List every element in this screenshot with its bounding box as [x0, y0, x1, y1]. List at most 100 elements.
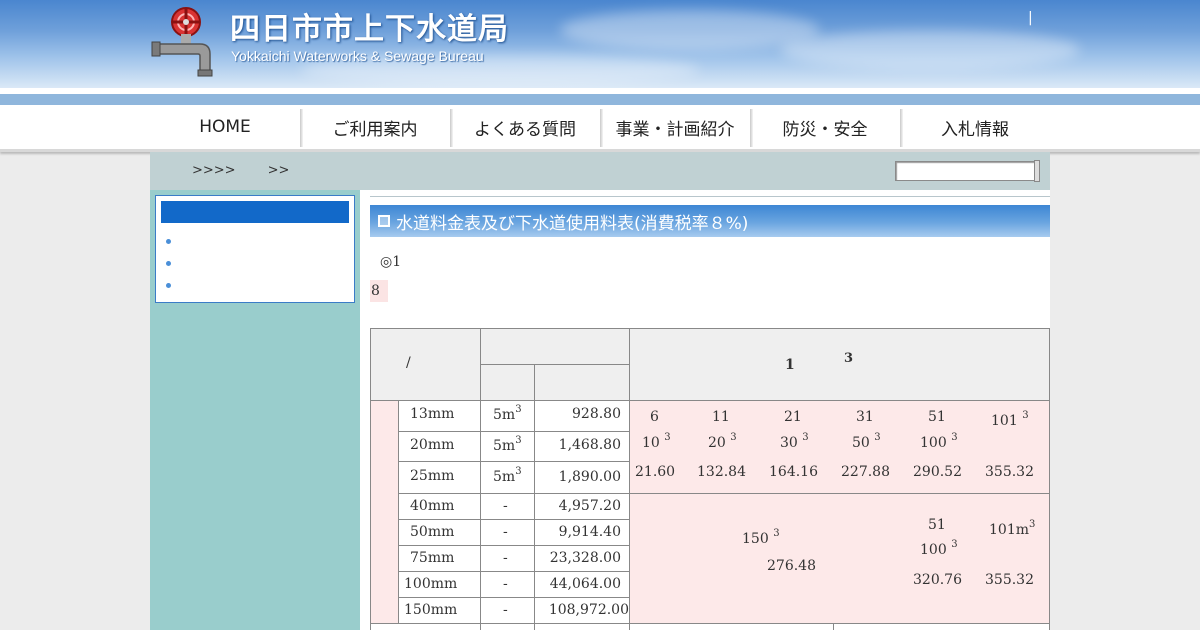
tier-price: 276.48 — [767, 558, 816, 574]
base-volume: 5m3 — [493, 435, 522, 454]
tier-to: 50 3 — [852, 432, 881, 451]
meter-size: 20mm — [410, 437, 455, 453]
tier-from: 6 — [650, 409, 659, 425]
table-header-cell — [534, 364, 630, 401]
note-highlight: 8 — [370, 280, 388, 302]
table-cell: 5m3 — [480, 400, 535, 432]
tier-from: 51 — [928, 517, 946, 533]
table-cell: 40mm — [398, 493, 481, 520]
header-slash: / — [406, 355, 411, 371]
tier-rate-block: 150 3 276.48 51 100 3 320.76 101m3 355.3… — [629, 493, 1050, 624]
tier-price: 21.60 — [635, 464, 676, 480]
base-price: 1,890.00 — [558, 469, 621, 485]
header-stripe-blue — [0, 94, 1200, 105]
site-subtitle: Yokkaichi Waterworks & Sewage Bureau — [231, 48, 484, 64]
header-separator: | — [1028, 10, 1033, 26]
table-group-cell — [370, 400, 399, 630]
nav-disaster[interactable]: 防災・安全 — [750, 105, 900, 149]
section-title-text: 水道料金表及び下水道使用料表(消費税率８%) — [396, 213, 749, 234]
base-price: 928.80 — [572, 406, 621, 422]
rate-table: / 1 3 13mm 5m3 928.80 20mm 5m3 1,468.80 … — [370, 328, 1050, 630]
breadcrumb: >>>> >> — [160, 161, 289, 178]
table-cell: 4,957.20 — [534, 493, 630, 520]
tier-from: 31 — [856, 409, 874, 425]
tier-to: 30 3 — [780, 432, 809, 451]
breadcrumb-link-home[interactable] — [160, 161, 192, 174]
sidebar-link-3[interactable] — [181, 279, 211, 291]
sidebar-link-2[interactable] — [181, 257, 211, 269]
sidebar — [150, 190, 360, 630]
tier-to: 100 3 — [920, 432, 958, 451]
nav-business[interactable]: 事業・計画紹介 — [600, 105, 750, 149]
meter-size: 40mm — [410, 498, 455, 514]
sidebar-item — [166, 230, 211, 252]
tier-to: 10 3 — [642, 432, 671, 451]
section-title: 水道料金表及び下水道使用料表(消費税率８%) — [370, 205, 1050, 237]
meter-size: 25mm — [410, 468, 455, 484]
global-nav: HOME ご利用案内 よくある質問 事業・計画紹介 防災・安全 入札情報 — [0, 105, 1200, 152]
tier-price: 355.32 — [985, 572, 1034, 588]
tier-to: 20 3 — [708, 432, 737, 451]
base-volume: 5m3 — [493, 466, 522, 485]
tier-from: 150 3 — [742, 528, 780, 547]
tier-from: 11 — [712, 409, 730, 425]
base-volume: - — [503, 550, 508, 566]
tier-price: 227.88 — [841, 464, 890, 480]
table-cell — [534, 623, 630, 630]
tier-rate-block: 6 11 21 31 51 101 3 10 3 20 3 30 3 50 3 … — [629, 400, 1050, 494]
sidebar-link-1[interactable] — [181, 235, 211, 247]
base-price: 108,972.00 — [548, 602, 629, 618]
base-volume: 5m3 — [493, 404, 522, 423]
table-cell: 23,328.00 — [534, 545, 630, 572]
table-cell — [833, 623, 1050, 630]
table-cell: - — [480, 571, 535, 598]
square-bullet-icon — [378, 215, 390, 227]
table-cell: - — [480, 519, 535, 546]
table-cell — [370, 623, 481, 630]
sidebar-menu-list — [166, 230, 211, 296]
faucet-logo-icon[interactable] — [150, 6, 216, 78]
table-cell: 13mm — [398, 400, 481, 432]
meter-size: 50mm — [410, 524, 455, 540]
table-cell: 928.80 — [534, 400, 630, 432]
table-header-cell: 1 3 — [629, 328, 1050, 401]
breadcrumb-bar: >>>> >> — [150, 152, 1050, 190]
header-label-3: 3 — [844, 351, 854, 366]
nav-faq[interactable]: よくある質問 — [450, 105, 600, 149]
breadcrumb-link-section[interactable] — [236, 161, 268, 174]
table-header-cell — [480, 328, 630, 365]
tier-to: 100 3 — [920, 539, 958, 558]
tier-from: 51 — [928, 409, 946, 425]
table-cell: 150mm — [398, 597, 481, 624]
nav-bidding[interactable]: 入札情報 — [900, 105, 1050, 149]
sidebar-item — [166, 274, 211, 296]
base-price: 44,064.00 — [549, 576, 621, 592]
search-button[interactable] — [1034, 160, 1040, 182]
table-cell: 20mm — [398, 431, 481, 462]
site-header: 四日市市上下水道局 Yokkaichi Waterworks & Sewage … — [0, 0, 1200, 88]
sidebar-item — [166, 252, 211, 274]
tier-from: 101 3 — [991, 410, 1029, 429]
table-cell: 1,468.80 — [534, 431, 630, 462]
table-cell: 44,064.00 — [534, 571, 630, 598]
meter-size: 100mm — [404, 576, 458, 592]
base-volume: - — [503, 576, 508, 592]
base-volume: - — [503, 602, 508, 618]
base-price: 1,468.80 — [558, 437, 621, 453]
table-header-cell: / — [370, 328, 481, 401]
nav-home[interactable]: HOME — [150, 105, 300, 149]
tier-price: 320.76 — [913, 572, 962, 588]
base-volume: - — [503, 498, 508, 514]
meter-size: 150mm — [404, 602, 458, 618]
meter-size: 75mm — [410, 550, 455, 566]
meter-size: 13mm — [410, 406, 455, 422]
header-label-1: 1 — [785, 357, 795, 373]
note-text: ◎1 — [380, 254, 402, 270]
search-input[interactable] — [895, 161, 1040, 181]
table-cell: 5m3 — [480, 461, 535, 494]
table-cell: 100mm — [398, 571, 481, 598]
table-cell: 9,914.40 — [534, 519, 630, 546]
tier-price: 164.16 — [769, 464, 818, 480]
site-title[interactable]: 四日市市上下水道局 — [230, 4, 509, 48]
nav-guide[interactable]: ご利用案内 — [300, 105, 450, 149]
